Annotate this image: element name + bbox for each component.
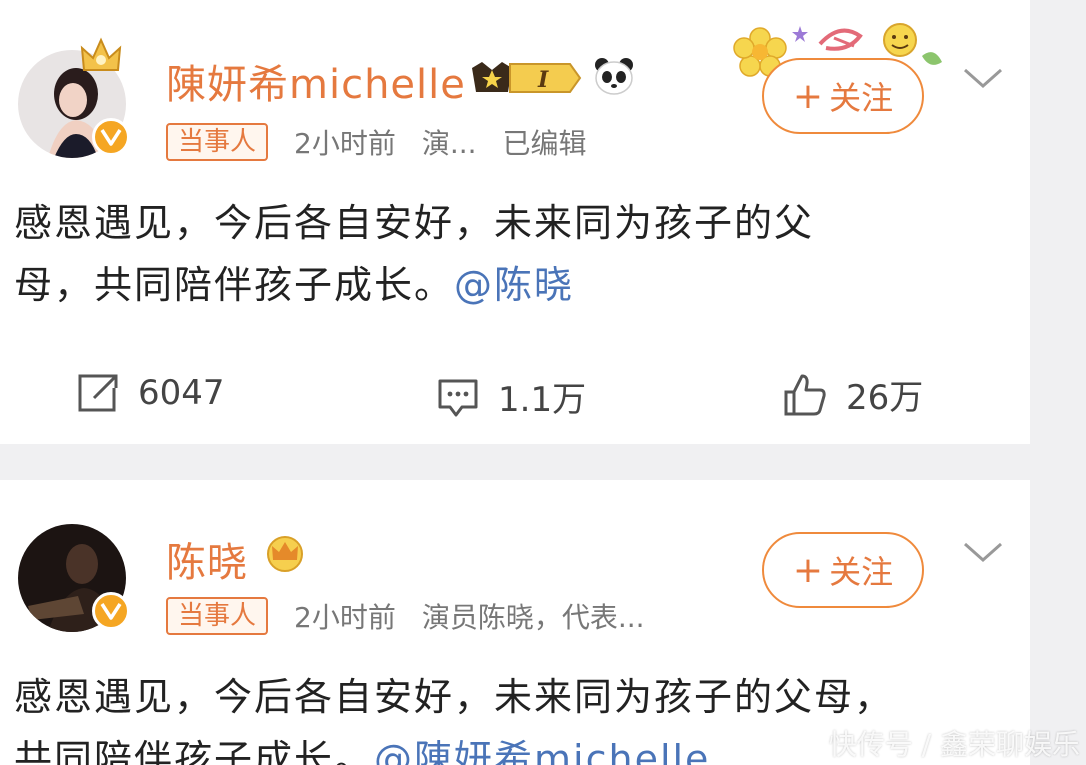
post-text: 感恩遇见，今后各自安好，未来同为孩子的父母， 共同陪伴孩子成长。@陳妍希mich…: [14, 666, 894, 765]
chevron-down-icon[interactable]: [962, 536, 1004, 566]
plus-icon: +: [792, 75, 824, 117]
edited-label: 已编辑: [502, 127, 587, 160]
level-badge-icon: I: [472, 62, 582, 93]
post-time: 2小时前: [294, 601, 396, 634]
mention-link[interactable]: @陈晓: [454, 263, 574, 307]
post-time: 2小时前: [294, 127, 396, 160]
post-meta: 当事人 2小时前 演员陈晓，代表...: [166, 596, 645, 636]
post-text-line-2: 母，共同陪伴孩子成长。@陈晓: [14, 254, 814, 316]
post-text-line-2-body: 共同陪伴孩子成长。: [14, 737, 375, 765]
like-button[interactable]: 26万: [782, 370, 923, 419]
mention-link[interactable]: @陳妍希michelle: [374, 737, 710, 765]
plus-icon: +: [792, 549, 824, 591]
post-card-1: 陳妍希michelle I 当事人 2小时前 演... 已编辑 + 关注 感恩遇…: [0, 0, 1030, 444]
follow-label: 关注: [829, 553, 894, 591]
like-count: 26万: [846, 378, 924, 418]
chevron-down-icon[interactable]: [962, 62, 1004, 92]
comment-button[interactable]: 1.1万: [436, 372, 586, 421]
follow-button[interactable]: + 关注: [762, 58, 924, 134]
author-bio[interactable]: 演...: [422, 122, 477, 162]
avatar[interactable]: [18, 37, 130, 158]
comment-icon: [438, 379, 478, 416]
repost-icon: [78, 374, 118, 412]
like-icon: [784, 374, 826, 415]
follow-button[interactable]: + 关注: [762, 532, 924, 608]
author-bio[interactable]: 演员陈晓，代表...: [422, 596, 645, 636]
post-text-line-1: 感恩遇见，今后各自安好，未来同为孩子的父母，: [14, 675, 895, 719]
party-badge: 当事人: [166, 123, 269, 161]
weibo-feed: 陳妍希michelle I 当事人 2小时前 演... 已编辑 + 关注 感恩遇…: [0, 0, 1086, 765]
post-text-line-2: 共同陪伴孩子成长。@陳妍希michelle: [14, 728, 894, 765]
verified-icon: [92, 118, 130, 156]
repost-count: 6047: [138, 373, 225, 413]
follow-label: 关注: [829, 79, 894, 117]
svg-text:I: I: [537, 67, 549, 93]
avatar[interactable]: [18, 524, 130, 632]
watermark: 快传号 / 鑫荣聊娱乐: [828, 728, 1080, 761]
panda-icon: [595, 58, 633, 95]
vip-crown-icon: [267, 536, 303, 572]
party-badge: 当事人: [166, 597, 269, 635]
crown-icon: [80, 37, 122, 71]
username[interactable]: 陳妍希michelle: [166, 52, 466, 110]
post-text-line-2-body: 母，共同陪伴孩子成长。: [14, 263, 455, 307]
comment-count: 1.1万: [498, 380, 587, 420]
post-text: 感恩遇见，今后各自安好，未来同为孩子的父 母，共同陪伴孩子成长。@陈晓: [14, 192, 814, 316]
repost-button[interactable]: 6047: [76, 372, 225, 414]
post-text-line-1: 感恩遇见，今后各自安好，未来同为孩子的父: [14, 201, 815, 245]
verified-icon: [92, 592, 130, 630]
post-meta: 当事人 2小时前 演... 已编辑: [166, 122, 587, 162]
username[interactable]: 陈晓: [166, 530, 248, 588]
